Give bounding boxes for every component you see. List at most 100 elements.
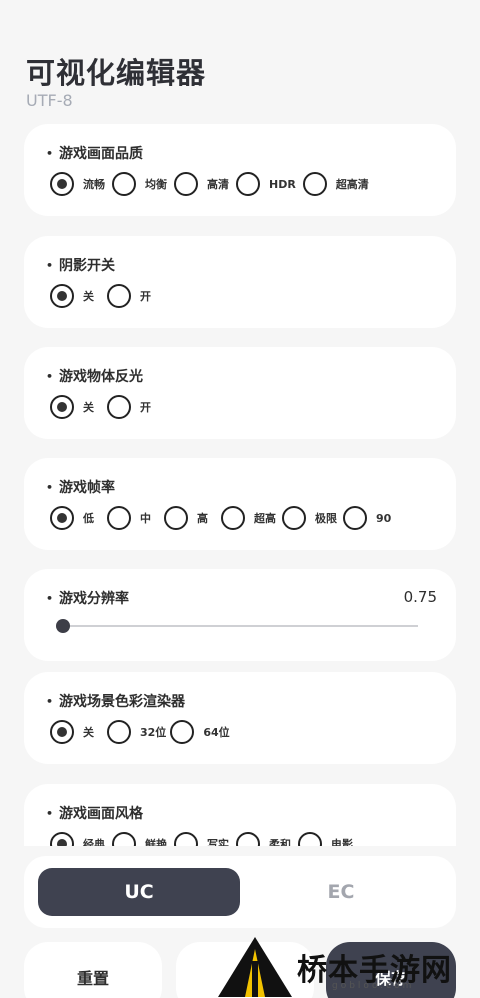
encoding-label: UTF-8 <box>26 91 73 110</box>
option-label: 中 <box>140 512 151 525</box>
option-label: 高 <box>197 512 208 525</box>
watermark-logo-icon <box>218 937 292 997</box>
mode-switch: UC EC <box>24 856 456 928</box>
radio-option[interactable]: 开 <box>107 395 151 419</box>
radio-option[interactable]: 关 <box>50 395 94 419</box>
radio-group-shadow: 关 开 <box>50 284 158 308</box>
radio-unselected-icon <box>170 720 195 744</box>
watermark-url: gobloo.com <box>332 981 415 991</box>
radio-unselected-icon <box>112 832 136 846</box>
watermark: 桥本手游网 gobloo.com <box>212 935 480 998</box>
setting-label: 游戏物体反光 <box>46 366 143 386</box>
radio-group-quality: 流畅 均衡 高清 HDR 超高清 <box>50 172 376 196</box>
setting-label: 游戏画面品质 <box>46 143 143 163</box>
slider-track[interactable] <box>60 625 418 627</box>
radio-option[interactable]: 高 <box>164 506 208 530</box>
radio-option[interactable]: 均衡 <box>112 172 167 196</box>
option-label: 高清 <box>207 178 229 191</box>
slider-thumb[interactable] <box>56 619 70 633</box>
radio-option[interactable]: 写实 <box>174 832 229 846</box>
radio-unselected-icon <box>221 506 245 530</box>
radio-option[interactable]: 32位 <box>107 720 166 744</box>
radio-option[interactable]: 经典 <box>50 832 105 846</box>
option-label: 柔和 <box>269 838 291 846</box>
radio-unselected-icon <box>107 506 131 530</box>
option-label: 超高清 <box>335 178 369 191</box>
radio-option[interactable]: 流畅 <box>50 172 105 196</box>
setting-card-resolution: 游戏分辨率 0.75 <box>24 569 456 661</box>
radio-option[interactable]: 关 <box>50 720 94 744</box>
page-title: 可视化编辑器 <box>26 56 207 90</box>
setting-label: 游戏画面风格 <box>46 803 143 823</box>
radio-group-color-renderer: 关 32位 64位 <box>50 720 237 744</box>
option-label: 鲜艳 <box>145 838 167 846</box>
setting-card-shadow: 阴影开关 关 开 <box>24 236 456 328</box>
radio-option[interactable]: HDR <box>236 172 296 196</box>
setting-label: 游戏场景色彩渲染器 <box>46 691 185 711</box>
radio-unselected-icon <box>164 506 188 530</box>
option-label: HDR <box>269 177 296 191</box>
option-label: 超高 <box>254 512 276 525</box>
setting-card-framerate: 游戏帧率 低 中 高 超高 极限 90 <box>24 458 456 550</box>
option-label: 关 <box>83 401 94 414</box>
radio-unselected-icon <box>107 720 131 744</box>
slider-value: 0.75 <box>403 588 437 606</box>
radio-group-reflection: 关 开 <box>50 395 158 419</box>
settings-scroll-area[interactable]: 可视化编辑器 UTF-8 游戏画面品质 流畅 均衡 高清 HDR 超高清 阴影开… <box>0 0 480 846</box>
radio-unselected-icon <box>107 284 131 308</box>
radio-selected-icon <box>50 832 74 846</box>
option-label: 均衡 <box>145 178 167 191</box>
option-label: 极限 <box>315 512 337 525</box>
radio-option[interactable]: 超高 <box>221 506 276 530</box>
radio-unselected-icon <box>107 395 131 419</box>
option-label: 开 <box>140 401 151 414</box>
option-label: 写实 <box>207 838 229 846</box>
radio-option[interactable]: 64位 <box>170 720 230 744</box>
option-label: 90 <box>376 511 392 525</box>
option-label: 关 <box>83 726 94 739</box>
radio-selected-icon <box>50 172 74 196</box>
radio-group-visual-style: 经典 鲜艳 写实 柔和 电影 <box>50 832 360 846</box>
radio-unselected-icon <box>282 506 306 530</box>
option-label: 经典 <box>83 838 105 846</box>
setting-card-reflection: 游戏物体反光 关 开 <box>24 347 456 439</box>
option-label: 32位 <box>140 726 167 739</box>
radio-option[interactable]: 中 <box>107 506 151 530</box>
radio-option[interactable]: 鲜艳 <box>112 832 167 846</box>
radio-option[interactable]: 低 <box>50 506 94 530</box>
radio-option[interactable]: 关 <box>50 284 94 308</box>
radio-unselected-icon <box>174 172 198 196</box>
radio-option[interactable]: 高清 <box>174 172 229 196</box>
option-label: 开 <box>140 290 151 303</box>
setting-card-visual-style: 游戏画面风格 经典 鲜艳 写实 柔和 电影 <box>24 784 456 846</box>
radio-option[interactable]: 极限 <box>282 506 337 530</box>
mode-tab-ec[interactable]: EC <box>240 868 442 916</box>
radio-option[interactable]: 电影 <box>298 832 353 846</box>
mode-tab-uc[interactable]: UC <box>38 868 240 916</box>
radio-unselected-icon <box>236 832 260 846</box>
radio-selected-icon <box>50 720 74 744</box>
radio-unselected-icon <box>298 832 322 846</box>
radio-selected-icon <box>50 395 74 419</box>
radio-option[interactable]: 柔和 <box>236 832 291 846</box>
setting-label: 游戏分辨率 <box>46 588 129 608</box>
option-label: 关 <box>83 290 94 303</box>
radio-unselected-icon <box>236 172 260 196</box>
radio-option[interactable]: 超高清 <box>302 172 369 196</box>
radio-option[interactable]: 90 <box>343 506 391 530</box>
option-label: 64位 <box>203 726 230 739</box>
radio-selected-icon <box>50 506 74 530</box>
radio-unselected-icon <box>174 832 198 846</box>
setting-label: 阴影开关 <box>46 255 115 275</box>
setting-card-quality: 游戏画面品质 流畅 均衡 高清 HDR 超高清 <box>24 124 456 216</box>
option-label: 流畅 <box>83 178 105 191</box>
reset-button[interactable]: 重置 <box>24 942 162 998</box>
radio-option[interactable]: 开 <box>107 284 151 308</box>
radio-unselected-icon <box>343 506 367 530</box>
option-label: 电影 <box>331 838 353 846</box>
option-label: 低 <box>83 512 94 525</box>
setting-label: 游戏帧率 <box>46 477 115 497</box>
setting-card-color-renderer: 游戏场景色彩渲染器 关 32位 64位 <box>24 672 456 764</box>
radio-group-framerate: 低 中 高 超高 极限 90 <box>50 506 398 530</box>
radio-selected-icon <box>50 284 74 308</box>
